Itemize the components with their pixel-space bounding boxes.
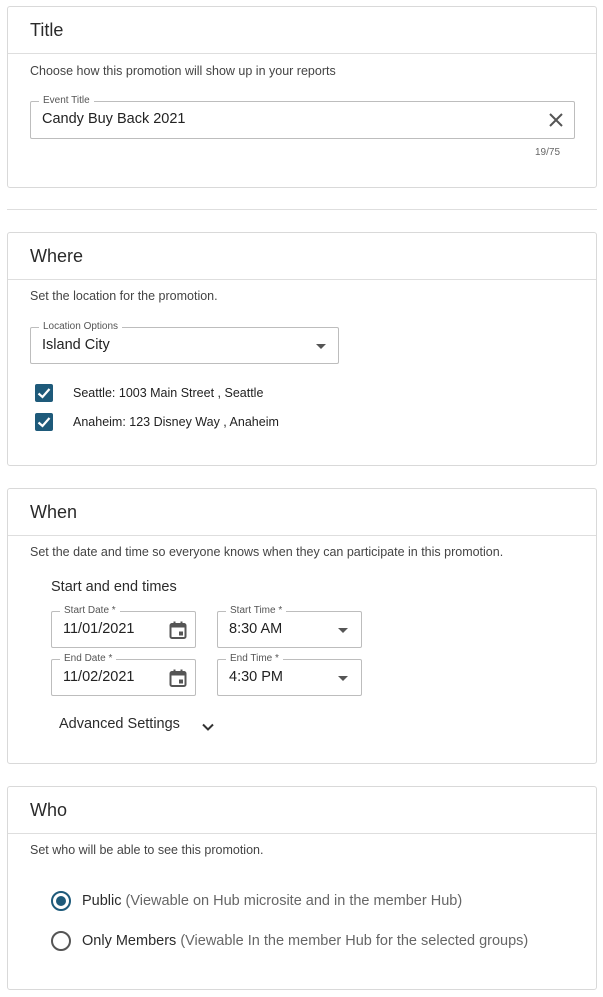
end-time-select[interactable]: End Time * 4:30 PM (217, 653, 362, 696)
close-icon[interactable] (547, 111, 565, 129)
end-date-field[interactable]: End Date * 11/02/2021 (51, 653, 196, 696)
check-icon (37, 388, 51, 399)
caret-down-icon[interactable] (338, 628, 348, 633)
location-options-label: Location Options (39, 321, 123, 333)
end-date-input[interactable]: 11/02/2021 (63, 669, 135, 685)
section-divider (7, 209, 597, 210)
when-card: When Set the date and time so everyone k… (7, 488, 597, 764)
when-card-header: When (8, 489, 596, 536)
location-options-select[interactable]: Location Options Island City (30, 321, 339, 364)
end-date-label: End Date * (60, 653, 117, 665)
start-end-times-heading: Start and end times (51, 579, 177, 595)
caret-down-icon[interactable] (338, 676, 348, 681)
where-heading: Where (30, 245, 84, 266)
check-icon (37, 417, 51, 428)
location-checkbox-anaheim[interactable] (35, 413, 53, 431)
location-label-anaheim: Anaheim: 123 Disney Way , Anaheim (73, 415, 279, 429)
end-time-label: End Time * (226, 653, 283, 665)
start-time-label: Start Time * (226, 605, 287, 617)
who-card-header: Who (8, 787, 596, 834)
start-time-select[interactable]: Start Time * 8:30 AM (217, 605, 362, 648)
start-time-value: 8:30 AM (229, 621, 283, 637)
radio-public-detail: (Viewable on Hub microsite and in the me… (125, 893, 463, 909)
start-date-field[interactable]: Start Date * 11/01/2021 (51, 605, 196, 648)
start-date-label: Start Date * (60, 605, 120, 617)
event-title-field[interactable]: Event Title Candy Buy Back 2021 (30, 95, 575, 139)
title-description: Choose how this promotion will show up i… (30, 64, 336, 78)
radio-only-members-title: Only Members (82, 933, 177, 949)
event-title-input[interactable]: Candy Buy Back 2021 (42, 111, 185, 127)
char-counter: 19/75 (535, 147, 561, 158)
location-checkbox-seattle[interactable] (35, 384, 53, 402)
radio-public[interactable] (51, 891, 71, 911)
radio-public-title: Public (82, 893, 122, 909)
location-options-value: Island City (42, 337, 110, 353)
who-heading: Who (30, 799, 68, 820)
radio-label-public[interactable]: Public (Viewable on Hub microsite and in… (82, 893, 462, 909)
start-date-input[interactable]: 11/01/2021 (63, 621, 135, 637)
calendar-icon[interactable] (168, 668, 188, 688)
caret-down-icon[interactable] (316, 344, 326, 349)
where-card: Where Set the location for the promotion… (7, 232, 597, 466)
calendar-icon[interactable] (168, 620, 188, 640)
location-label-seattle: Seattle: 1003 Main Street , Seattle (73, 386, 264, 400)
who-description: Set who will be able to see this promoti… (30, 843, 264, 857)
advanced-settings-toggle[interactable]: Advanced Settings (59, 716, 229, 738)
end-time-value: 4:30 PM (229, 669, 283, 685)
radio-only-members-detail: (Viewable In the member Hub for the sele… (180, 933, 529, 949)
title-card: Title Choose how this promotion will sho… (7, 6, 597, 188)
radio-label-only-members[interactable]: Only Members (Viewable In the member Hub… (82, 933, 528, 949)
when-heading: When (30, 501, 78, 522)
where-description: Set the location for the promotion. (30, 289, 218, 303)
who-card: Who Set who will be able to see this pro… (7, 786, 597, 990)
when-description: Set the date and time so everyone knows … (30, 545, 504, 559)
title-card-header: Title (8, 7, 596, 54)
chevron-down-icon (200, 719, 216, 735)
where-card-header: Where (8, 233, 596, 280)
event-title-label: Event Title (39, 95, 94, 107)
title-heading: Title (30, 19, 64, 40)
radio-only-members[interactable] (51, 931, 71, 951)
advanced-settings-label: Advanced Settings (59, 716, 180, 732)
